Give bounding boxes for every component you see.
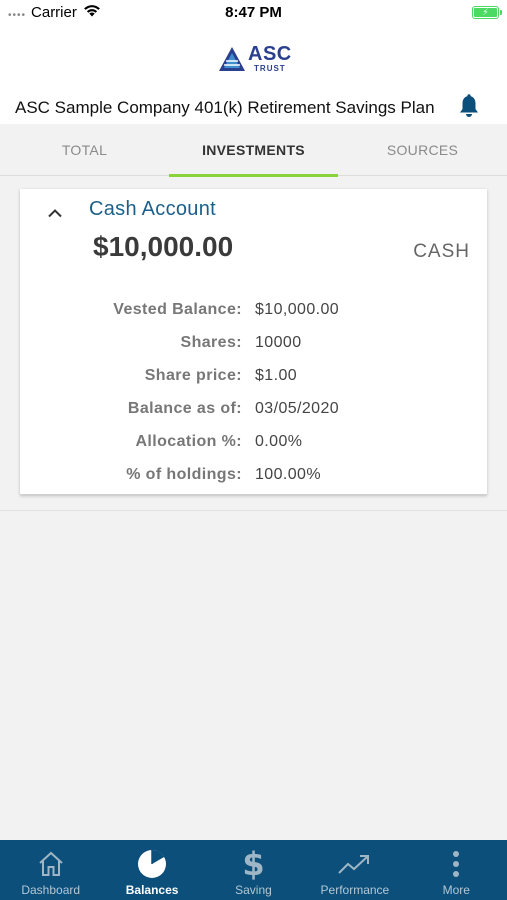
- detail-label: Share price:: [144, 366, 242, 384]
- plan-title: ASC Sample Company 401(k) Retirement Sav…: [15, 98, 435, 117]
- tab-investments[interactable]: INVESTMENTS: [169, 124, 338, 177]
- detail-value: $1.00: [255, 366, 298, 384]
- detail-value: 100.00%: [255, 465, 321, 483]
- nav-label: Saving: [235, 883, 272, 897]
- detail-row-shares: Shares: 10000: [20, 326, 487, 359]
- dollar-icon: $: [242, 845, 265, 883]
- detail-label: % of holdings:: [126, 465, 242, 483]
- app-header: ASC TRUST ASC Sample Company 401(k) Reti…: [0, 26, 507, 124]
- nav-label: Dashboard: [21, 883, 81, 897]
- tab-sources[interactable]: SOURCES: [338, 124, 507, 176]
- nav-dashboard[interactable]: Dashboard: [0, 840, 101, 900]
- pie-chart-icon: [136, 844, 168, 884]
- detail-value: 0.00%: [255, 432, 303, 450]
- account-name[interactable]: Cash Account: [89, 198, 216, 221]
- chevron-up-icon[interactable]: [47, 205, 63, 223]
- detail-label: Allocation %:: [135, 432, 242, 450]
- bell-icon[interactable]: [458, 94, 480, 123]
- nav-label: Performance: [320, 883, 390, 897]
- tab-total[interactable]: TOTAL: [0, 124, 169, 176]
- logo-triangle-icon: [219, 46, 245, 71]
- nav-label: More: [442, 883, 470, 897]
- asc-trust-logo: ASC TRUST: [218, 44, 292, 73]
- detail-value: $10,000.00: [255, 300, 340, 318]
- bottom-nav: Dashboard Balances $ Saving Performance: [0, 840, 507, 900]
- battery-charging-icon: ⚡: [472, 6, 502, 19]
- more-vertical-icon: [452, 844, 460, 884]
- detail-row-allocation: Allocation %: 0.00%: [20, 425, 487, 458]
- tab-bar: TOTAL INVESTMENTS SOURCES: [0, 124, 507, 177]
- detail-label: Shares:: [180, 333, 242, 351]
- account-amount: $10,000.00: [93, 231, 234, 262]
- trend-up-icon: [337, 844, 373, 884]
- status-bar: •••• Carrier 8:47 PM ⚡: [0, 0, 507, 26]
- home-icon: [36, 844, 66, 884]
- detail-label: Balance as of:: [127, 399, 242, 417]
- nav-more[interactable]: More: [406, 840, 507, 900]
- detail-label: Vested Balance:: [113, 300, 242, 318]
- detail-row-balance-as-of: Balance as of: 03/05/2020: [20, 392, 487, 425]
- nav-balances[interactable]: Balances: [101, 840, 202, 900]
- detail-value: 10000: [255, 333, 302, 351]
- content-divider: [0, 510, 507, 511]
- detail-row-share-price: Share price: $1.00: [20, 359, 487, 392]
- detail-row-holdings: % of holdings: 100.00%: [20, 458, 487, 491]
- account-type: CASH: [413, 241, 470, 262]
- nav-label: Balances: [125, 883, 179, 897]
- logo-text: ASC: [248, 43, 292, 65]
- logo-subtext: TRUST: [254, 64, 286, 73]
- account-details: Vested Balance: $10,000.00 Shares: 10000…: [20, 293, 487, 491]
- detail-row-vested-balance: Vested Balance: $10,000.00: [20, 293, 487, 326]
- status-time: 8:47 PM: [225, 4, 282, 21]
- nav-performance[interactable]: Performance: [304, 840, 405, 900]
- detail-value: 03/05/2020: [255, 399, 340, 417]
- nav-saving[interactable]: $ Saving: [203, 840, 304, 900]
- account-card: Cash Account $10,000.00 CASH Vested Bala…: [20, 189, 487, 495]
